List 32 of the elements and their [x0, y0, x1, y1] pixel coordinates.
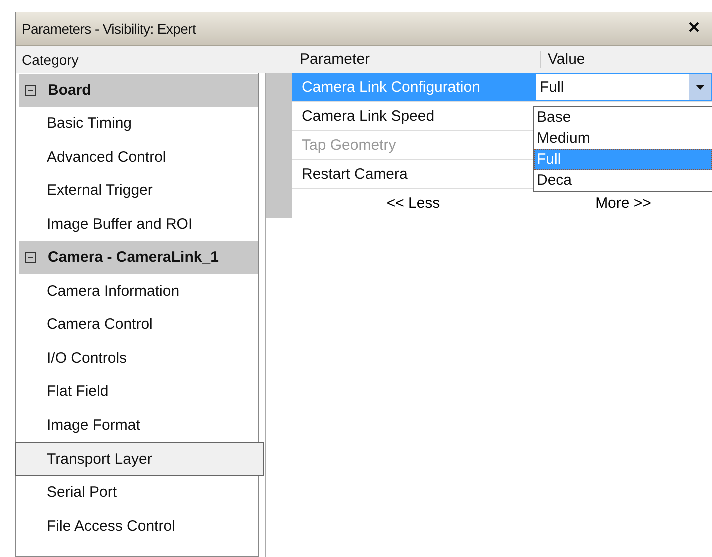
category-item[interactable]: Advanced Control	[16, 140, 258, 174]
window-title: Parameters - Visibility: Expert	[22, 20, 196, 36]
dropdown-option[interactable]: Deca	[534, 170, 712, 191]
category-item[interactable]: File Access Control	[16, 510, 258, 544]
more-button[interactable]: More >>	[535, 189, 712, 218]
category-item[interactable]: Transport Layer	[15, 442, 264, 476]
close-button[interactable]: ×	[684, 17, 704, 40]
category-item[interactable]: Camera Information	[16, 274, 258, 308]
dropdown-option[interactable]: Base	[534, 107, 712, 128]
column-header: Category	[21, 52, 80, 68]
category-group[interactable]: Board	[19, 74, 258, 107]
category-item[interactable]: Image Buffer and ROI	[16, 208, 258, 242]
collapse-icon[interactable]	[25, 85, 36, 96]
collapse-icon[interactable]	[25, 252, 36, 264]
dropdown-option[interactable]: Medium	[534, 128, 712, 149]
dropdown-arrow-icon	[696, 84, 704, 90]
category-item[interactable]: Flat Field	[16, 375, 258, 409]
category-item[interactable]: I/O Controls	[16, 342, 258, 376]
column-header: Parameter	[298, 51, 541, 68]
value-combo-box[interactable]: Full	[535, 73, 712, 101]
row-header	[266, 189, 292, 218]
row-header[interactable]	[266, 73, 292, 102]
category-item[interactable]: Serial Port	[16, 476, 258, 510]
category-group[interactable]: Camera - CameraLink_1	[19, 241, 258, 274]
group-label: Board	[48, 82, 92, 99]
column-header: Value	[547, 51, 586, 68]
category-item[interactable]: Basic Timing	[16, 107, 258, 141]
group-label: Camera - CameraLink_1	[48, 249, 219, 266]
category-item[interactable]: External Trigger	[16, 174, 258, 208]
category-item[interactable]: Image Format	[16, 408, 258, 442]
category-item[interactable]: Camera Control	[16, 308, 258, 342]
less-button[interactable]: << Less	[292, 189, 535, 218]
